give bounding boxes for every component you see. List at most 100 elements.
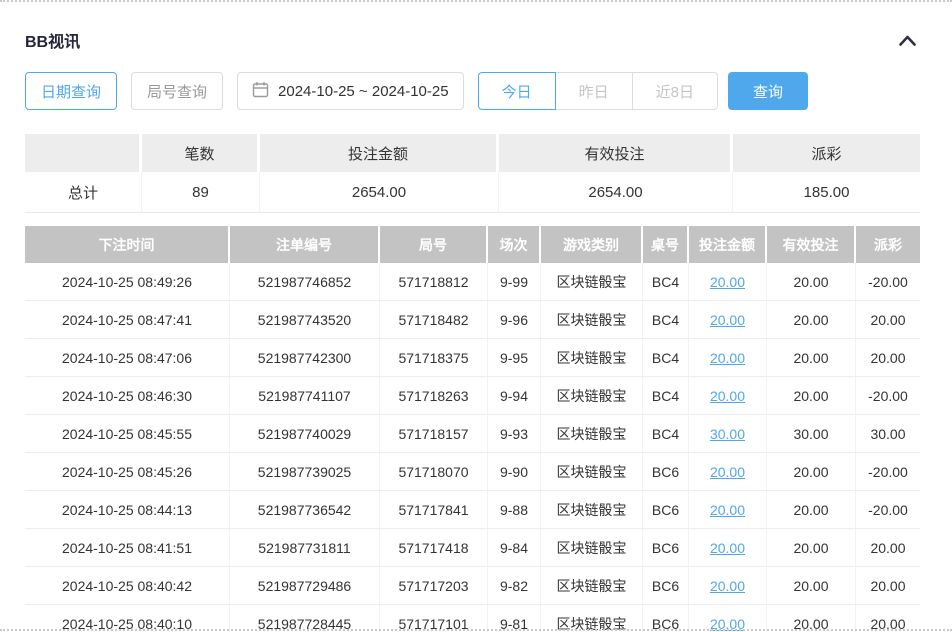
round-query-tab[interactable]: 局号查询 xyxy=(131,72,223,110)
bet-amount-cell: 20.00 xyxy=(689,339,767,377)
round-id-cell: 571717101 xyxy=(380,605,488,632)
bet-amount-cell: 20.00 xyxy=(689,377,767,415)
panel-header: BB视讯 xyxy=(25,2,920,72)
bet-amount-cell: 20.00 xyxy=(689,453,767,491)
col-header-bet-amount: 投注金额 xyxy=(689,226,767,263)
session-cell: 9-81 xyxy=(488,605,541,632)
bet-amount-link[interactable]: 20.00 xyxy=(710,388,745,404)
bet-amount-link[interactable]: 20.00 xyxy=(710,312,745,328)
table-no-cell: BC6 xyxy=(643,491,689,529)
order-id-cell: 521987740029 xyxy=(230,415,380,453)
summary-table: 笔数 投注金额 有效投注 派彩 总计 89 2654.00 2654.00 18… xyxy=(25,134,920,213)
bet-table: 下注时间 注单编号 局号 场次 游戏类别 桌号 投注金额 有效投注 派彩 202… xyxy=(25,226,920,632)
table-row: 2024-10-25 08:46:30521987741107571718263… xyxy=(25,377,920,415)
quick-range-group: 今日 昨日 近8日 xyxy=(478,72,718,110)
col-header-table-no: 桌号 xyxy=(643,226,689,263)
summary-header-row: 笔数 投注金额 有效投注 派彩 xyxy=(25,134,920,172)
game-type-cell: 区块链骰宝 xyxy=(541,453,643,491)
round-id-cell: 571717418 xyxy=(380,529,488,567)
session-cell: 9-88 xyxy=(488,491,541,529)
session-cell: 9-90 xyxy=(488,453,541,491)
valid-bet-cell: 20.00 xyxy=(767,263,856,301)
game-type-cell: 区块链骰宝 xyxy=(541,263,643,301)
collapse-button[interactable] xyxy=(895,31,920,50)
table-no-cell: BC4 xyxy=(643,415,689,453)
summary-total-payout: 185.00 xyxy=(733,172,920,213)
payout-cell: 20.00 xyxy=(856,605,920,632)
valid-bet-cell: 20.00 xyxy=(767,339,856,377)
valid-bet-cell: 20.00 xyxy=(767,529,856,567)
valid-bet-cell: 20.00 xyxy=(767,301,856,339)
bet-time-cell: 2024-10-25 08:47:06 xyxy=(25,339,230,377)
game-type-cell: 区块链骰宝 xyxy=(541,605,643,632)
bet-table-header-row: 下注时间 注单编号 局号 场次 游戏类别 桌号 投注金额 有效投注 派彩 xyxy=(25,226,920,263)
valid-bet-cell: 30.00 xyxy=(767,415,856,453)
table-no-cell: BC4 xyxy=(643,301,689,339)
col-header-game-type: 游戏类别 xyxy=(541,226,643,263)
bottom-dotted-divider xyxy=(0,629,952,631)
quick-last8days-button[interactable]: 近8日 xyxy=(632,72,718,110)
order-id-cell: 521987729486 xyxy=(230,567,380,605)
bet-time-cell: 2024-10-25 08:45:55 xyxy=(25,415,230,453)
bet-amount-cell: 20.00 xyxy=(689,263,767,301)
payout-cell: 20.00 xyxy=(856,301,920,339)
search-button[interactable]: 查询 xyxy=(728,72,808,110)
col-header-bet-time: 下注时间 xyxy=(25,226,230,263)
round-id-cell: 571718375 xyxy=(380,339,488,377)
session-cell: 9-93 xyxy=(488,415,541,453)
quick-yesterday-button[interactable]: 昨日 xyxy=(555,72,633,110)
table-row: 2024-10-25 08:45:26521987739025571718070… xyxy=(25,453,920,491)
session-cell: 9-82 xyxy=(488,567,541,605)
summary-col-valid-bet: 有效投注 xyxy=(499,134,733,172)
valid-bet-cell: 20.00 xyxy=(767,453,856,491)
bb-video-panel: BB视讯 日期查询 局号查询 2024-10-25 ~ 2024-10-25 今… xyxy=(0,0,952,632)
bet-amount-link[interactable]: 20.00 xyxy=(710,578,745,594)
payout-cell: 20.00 xyxy=(856,567,920,605)
bet-amount-link[interactable]: 20.00 xyxy=(710,502,745,518)
order-id-cell: 521987746852 xyxy=(230,263,380,301)
quick-today-button[interactable]: 今日 xyxy=(478,72,556,110)
summary-total-count: 89 xyxy=(142,172,260,213)
valid-bet-cell: 20.00 xyxy=(767,377,856,415)
table-row: 2024-10-25 08:47:41521987743520571718482… xyxy=(25,301,920,339)
table-no-cell: BC4 xyxy=(643,339,689,377)
table-row: 2024-10-25 08:49:26521987746852571718812… xyxy=(25,263,920,301)
col-header-payout: 派彩 xyxy=(856,226,920,263)
game-type-cell: 区块链骰宝 xyxy=(541,491,643,529)
bet-amount-link[interactable]: 30.00 xyxy=(710,426,745,442)
chevron-up-icon xyxy=(899,34,916,49)
bet-time-cell: 2024-10-25 08:46:30 xyxy=(25,377,230,415)
summary-col-payout: 派彩 xyxy=(733,134,920,172)
table-no-cell: BC6 xyxy=(643,453,689,491)
table-no-cell: BC6 xyxy=(643,529,689,567)
order-id-cell: 521987731811 xyxy=(230,529,380,567)
bet-amount-cell: 20.00 xyxy=(689,567,767,605)
col-header-round-id: 局号 xyxy=(380,226,488,263)
session-cell: 9-99 xyxy=(488,263,541,301)
bet-time-cell: 2024-10-25 08:49:26 xyxy=(25,263,230,301)
game-type-cell: 区块链骰宝 xyxy=(541,301,643,339)
date-query-tab[interactable]: 日期查询 xyxy=(25,72,117,110)
bet-amount-link[interactable]: 20.00 xyxy=(710,540,745,556)
summary-total-row: 总计 89 2654.00 2654.00 185.00 xyxy=(25,172,920,213)
payout-cell: 20.00 xyxy=(856,529,920,567)
bet-amount-cell: 20.00 xyxy=(689,491,767,529)
round-id-cell: 571718812 xyxy=(380,263,488,301)
order-id-cell: 521987736542 xyxy=(230,491,380,529)
bet-time-cell: 2024-10-25 08:45:26 xyxy=(25,453,230,491)
col-header-valid-bet: 有效投注 xyxy=(767,226,856,263)
bet-amount-link[interactable]: 20.00 xyxy=(710,350,745,366)
session-cell: 9-94 xyxy=(488,377,541,415)
bet-amount-link[interactable]: 20.00 xyxy=(710,274,745,290)
round-id-cell: 571718070 xyxy=(380,453,488,491)
order-id-cell: 521987728445 xyxy=(230,605,380,632)
payout-cell: 20.00 xyxy=(856,339,920,377)
round-id-cell: 571717841 xyxy=(380,491,488,529)
round-id-cell: 571718157 xyxy=(380,415,488,453)
bet-amount-link[interactable]: 20.00 xyxy=(710,464,745,480)
date-range-input[interactable]: 2024-10-25 ~ 2024-10-25 xyxy=(237,72,464,110)
game-type-cell: 区块链骰宝 xyxy=(541,339,643,377)
round-id-cell: 571717203 xyxy=(380,567,488,605)
game-type-cell: 区块链骰宝 xyxy=(541,377,643,415)
payout-cell: 30.00 xyxy=(856,415,920,453)
